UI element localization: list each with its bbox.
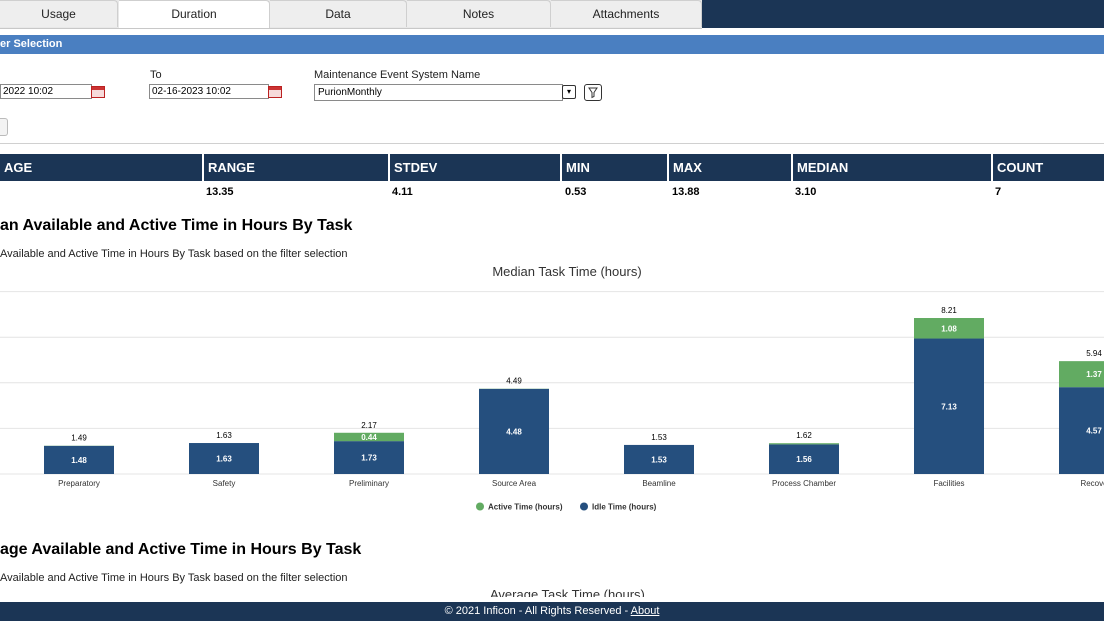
stats-header-range: RANGE <box>202 154 388 181</box>
bar-total-label: 1.63 <box>216 431 232 440</box>
category-label: Process Chamber <box>772 479 836 488</box>
stats-value-range: 13.35 <box>206 186 234 198</box>
legend-idle-label: Idle Time (hours) <box>592 503 657 512</box>
stats-value-count: 7 <box>995 186 1002 198</box>
from-date-input[interactable]: 2022 10:02 <box>0 84 92 99</box>
stats-header-row: AGE RANGE STDEV MIN MAX MEDIAN COUNT <box>0 154 1104 181</box>
category-label: Preliminary <box>349 479 389 488</box>
bar-total-label: 1.49 <box>71 434 87 443</box>
tab-usage[interactable]: Usage <box>0 0 118 27</box>
bar-active-label: 1.37 <box>1086 370 1102 379</box>
legend-active-marker <box>476 502 484 511</box>
category-label: Source Area <box>492 479 537 488</box>
divider <box>0 143 1104 144</box>
to-label: To <box>150 69 162 81</box>
bar-active-label: 1.08 <box>941 324 957 333</box>
tab-notes[interactable]: Notes <box>407 0 551 27</box>
bar-total-label: 2.17 <box>361 421 377 430</box>
bar-active-label: 0.44 <box>361 433 377 442</box>
footer-text: © 2021 Inficon - All Rights Reserved - <box>444 605 631 617</box>
median-task-time-chart: Median Task Time (hours) 1.48 1.49 Preparat… <box>0 264 1104 512</box>
bar-idle-label: 7.13 <box>941 402 957 411</box>
chevron-down-icon[interactable]: ▾ <box>562 85 576 99</box>
stats-header-average: AGE <box>0 154 202 181</box>
from-calendar-icon[interactable] <box>91 86 105 98</box>
category-label: Facilities <box>933 479 964 488</box>
stats-value-median: 3.10 <box>795 186 817 198</box>
bar-total-label: 1.62 <box>796 431 812 440</box>
filter-icon[interactable] <box>584 84 602 101</box>
tab-data[interactable]: Data <box>270 0 407 27</box>
tab-strip: Usage Duration Data Notes Attachments <box>0 0 702 29</box>
legend-idle-marker <box>580 502 588 511</box>
average-chart-title: Average Task Time (hours) <box>490 588 645 597</box>
category-label: Recove <box>1080 479 1104 488</box>
section-title-median: an Available and Active Time in Hours By… <box>0 217 353 234</box>
tab-attachments[interactable]: Attachments <box>551 0 702 27</box>
stats-value-min: 0.53 <box>565 186 587 198</box>
bar-idle-label: 1.48 <box>71 456 87 465</box>
chart-title: Median Task Time (hours) <box>492 264 641 279</box>
bar-total-label: 5.94 <box>1086 349 1102 358</box>
filter-selection-header: er Selection <box>0 35 1104 54</box>
section-title-average: age Available and Active Time in Hours B… <box>0 541 362 558</box>
system-name-label: Maintenance Event System Name <box>314 69 481 81</box>
legend-active-label: Active Time (hours) <box>488 503 563 512</box>
bar-idle-label: 1.56 <box>796 455 812 464</box>
to-calendar-icon[interactable] <box>268 86 282 98</box>
bar-total-label: 8.21 <box>941 306 957 315</box>
bar-idle-label: 4.48 <box>506 427 522 436</box>
bar-idle-label: 1.73 <box>361 454 377 463</box>
stats-value-stdev: 4.11 <box>392 186 413 198</box>
section-subtitle-median: Available and Active Time in Hours By Ta… <box>0 248 348 260</box>
bar-total-label: 1.53 <box>651 433 667 442</box>
about-link[interactable]: About <box>631 605 660 617</box>
section-subtitle-average: Available and Active Time in Hours By Ta… <box>0 572 348 584</box>
to-date-input[interactable]: 02-16-2023 10:02 <box>149 84 269 99</box>
system-name-select[interactable]: PurionMonthly <box>314 84 563 101</box>
bar-active <box>769 443 839 445</box>
stats-header-count: COUNT <box>991 154 1104 181</box>
footer: © 2021 Inficon - All Rights Reserved - A… <box>0 602 1104 621</box>
stats-header-stdev: STDEV <box>388 154 560 181</box>
stats-header-min: MIN <box>560 154 667 181</box>
bar-idle-label: 1.63 <box>216 455 232 464</box>
category-label: Safety <box>213 479 236 488</box>
bar-total-label: 4.49 <box>506 377 522 386</box>
category-label: Beamline <box>642 479 676 488</box>
bar-idle-label: 1.53 <box>651 455 667 464</box>
stats-header-max: MAX <box>667 154 791 181</box>
apply-button[interactable] <box>0 118 8 136</box>
category-label: Preparatory <box>58 479 100 488</box>
bar-idle-label: 4.57 <box>1086 427 1102 436</box>
tab-duration[interactable]: Duration <box>119 0 270 28</box>
stats-header-median: MEDIAN <box>791 154 991 181</box>
stats-value-max: 13.88 <box>672 186 700 198</box>
